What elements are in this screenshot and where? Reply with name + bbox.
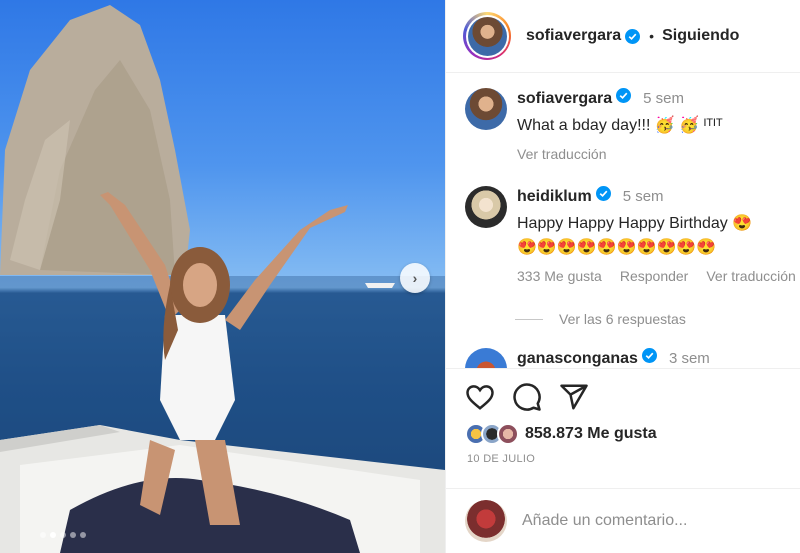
comment-time[interactable]: 5 sem (643, 90, 684, 107)
comment-text-line: Happy Happy Happy Birthday 😍 (517, 215, 753, 232)
translate-link[interactable]: Ver traducción (706, 268, 796, 284)
carousel-dot (70, 532, 76, 538)
caption-comment: sofiavergara 5 sem What a bday day!!! 🥳 … (465, 88, 723, 162)
comment-username[interactable]: sofiavergara (517, 90, 612, 108)
comment-time[interactable]: 3 sem (669, 350, 710, 367)
post-photo: › (0, 0, 445, 553)
comment-likes[interactable]: 333 Me gusta (517, 268, 602, 284)
view-replies-button[interactable]: Ver las 6 respuestas (515, 311, 686, 327)
avatar[interactable] (465, 348, 507, 368)
verified-badge-icon (616, 88, 632, 103)
avatar[interactable] (467, 16, 507, 56)
comment-icon[interactable] (512, 382, 542, 421)
likes-count[interactable]: 858.873 Me gusta (525, 425, 657, 443)
add-comment-bar: Añade un comentario... (446, 488, 800, 553)
comment-username[interactable]: ganasconganas (517, 350, 638, 368)
carousel-dot-active (50, 532, 56, 538)
avatar[interactable] (465, 186, 507, 228)
carousel-dot (40, 532, 46, 538)
comment: ganasconganas 3 sem (465, 348, 710, 368)
carousel-dot (80, 532, 86, 538)
verified-badge-icon (595, 186, 611, 201)
avatar[interactable] (465, 88, 507, 130)
carousel-next-button[interactable]: › (400, 263, 430, 293)
separator-dot: • (649, 28, 655, 44)
post-header: sofiavergara • Siguiendo (446, 0, 800, 73)
action-bar (446, 369, 800, 421)
photo-scene (0, 5, 445, 553)
chevron-right-icon: › (412, 270, 418, 286)
liker-avatars (465, 423, 519, 445)
verified-badge-icon (625, 28, 641, 44)
verified-badge-icon (641, 348, 657, 363)
carousel-dot (60, 532, 66, 538)
comment: heidiklum 5 sem Happy Happy Happy Birthd… (465, 186, 796, 284)
comment-text-line: 😍😍😍😍😍😍😍😍😍😍 (517, 239, 717, 256)
comment-time[interactable]: 5 sem (623, 188, 664, 205)
comment-text: Happy Happy Happy Birthday 😍 😍😍😍😍😍😍😍😍😍😍 (517, 212, 796, 260)
story-ring[interactable] (463, 12, 511, 60)
send-icon[interactable] (559, 382, 589, 421)
following-button[interactable]: Siguiendo (662, 27, 739, 45)
view-replies-label: Ver las 6 respuestas (559, 311, 686, 327)
comments-list[interactable]: sofiavergara 5 sem What a bday day!!! 🥳 … (446, 74, 800, 368)
heart-icon[interactable] (465, 382, 495, 421)
avatar (465, 500, 507, 542)
translate-link[interactable]: Ver traducción (517, 146, 723, 162)
post-sidebar: sofiavergara • Siguiendo sofiavergara 5 … (445, 0, 800, 553)
comment-text: What a bday day!!! 🥳 🥳 ᴵᵀᴵᵀ (517, 117, 723, 134)
comment-username[interactable]: heidiklum (517, 188, 592, 206)
author-username[interactable]: sofiavergara (526, 27, 621, 45)
post-date[interactable]: 10 DE JULIO (446, 453, 800, 465)
carousel-dots (40, 532, 86, 538)
post-actions-section: 858.873 Me gusta 10 DE JULIO (446, 368, 800, 465)
replies-rule (515, 318, 543, 320)
avatar (497, 423, 519, 445)
comment-input[interactable]: Añade un comentario... (522, 512, 687, 530)
reply-button[interactable]: Responder (620, 268, 689, 284)
likes-row[interactable]: 858.873 Me gusta (446, 423, 800, 445)
